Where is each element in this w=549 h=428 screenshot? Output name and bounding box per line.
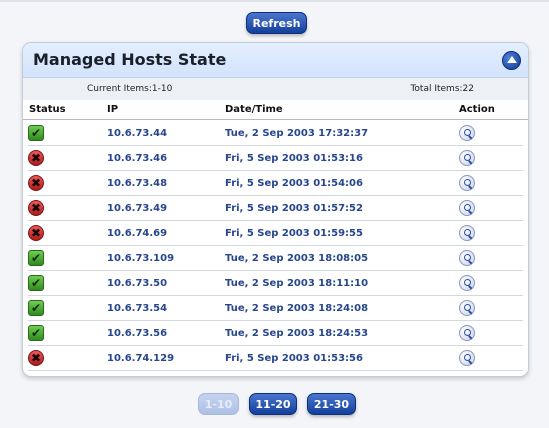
view-details-icon[interactable] <box>459 275 475 291</box>
status-down-icon: ✖ <box>28 350 44 366</box>
host-datetime: Tue, 2 Sep 2003 18:24:53 <box>225 328 369 339</box>
view-details-icon[interactable] <box>459 150 475 166</box>
status-down-icon: ✖ <box>28 150 44 166</box>
chevron-up-icon <box>506 56 517 63</box>
view-details-icon[interactable] <box>459 250 475 266</box>
host-ip-link[interactable]: 10.6.73.50 <box>107 278 167 289</box>
table-row: ✖ 10.6.74.69 Fri, 5 Sep 2003 01:59:55 <box>23 221 528 246</box>
status-down-icon: ✖ <box>28 225 44 241</box>
view-details-icon[interactable] <box>459 200 475 216</box>
view-details-icon[interactable] <box>459 125 475 141</box>
status-down-icon: ✖ <box>28 175 44 191</box>
host-datetime: Tue, 2 Sep 2003 18:11:10 <box>225 278 369 289</box>
host-ip-link[interactable]: 10.6.73.48 <box>107 178 167 189</box>
current-items-label: Current Items:1-10 <box>87 84 173 94</box>
page-button-21-30[interactable]: 21-30 <box>307 393 356 415</box>
refresh-button[interactable]: Refresh <box>246 12 307 34</box>
table-row: ✔ 10.6.73.54 Tue, 2 Sep 2003 18:24:08 <box>23 296 528 321</box>
items-info-bar: Current Items:1-10 Total Items:22 <box>23 78 528 100</box>
host-datetime: Tue, 2 Sep 2003 17:32:37 <box>225 128 369 139</box>
table-row: ✔ 10.6.73.109 Tue, 2 Sep 2003 18:08:05 <box>23 246 528 271</box>
collapse-panel-button[interactable] <box>502 51 521 70</box>
host-datetime: Fri, 5 Sep 2003 01:59:55 <box>225 228 363 239</box>
status-ok-icon: ✔ <box>28 125 44 141</box>
host-ip-link[interactable]: 10.6.74.129 <box>107 353 174 364</box>
panel-title: Managed Hosts State <box>33 50 227 69</box>
status-down-icon: ✖ <box>28 200 44 216</box>
top-divider <box>0 0 549 2</box>
host-ip-link[interactable]: 10.6.73.49 <box>107 203 167 214</box>
column-header-status: Status <box>29 104 66 115</box>
view-details-icon[interactable] <box>459 325 475 341</box>
view-details-icon[interactable] <box>459 175 475 191</box>
host-ip-link[interactable]: 10.6.73.56 <box>107 328 167 339</box>
view-details-icon[interactable] <box>459 350 475 366</box>
column-header-action: Action <box>459 104 495 115</box>
status-ok-icon: ✔ <box>28 325 44 341</box>
row-divider <box>28 370 523 371</box>
host-datetime: Fri, 5 Sep 2003 01:53:56 <box>225 353 363 364</box>
table-row: ✖ 10.6.73.48 Fri, 5 Sep 2003 01:54:06 <box>23 171 528 196</box>
status-ok-icon: ✔ <box>28 275 44 291</box>
host-datetime: Fri, 5 Sep 2003 01:53:16 <box>225 153 363 164</box>
table-row: ✖ 10.6.73.49 Fri, 5 Sep 2003 01:57:52 <box>23 196 528 221</box>
managed-hosts-panel: Managed Hosts State Current Items:1-10 T… <box>22 42 529 377</box>
host-datetime: Fri, 5 Sep 2003 01:57:52 <box>225 203 363 214</box>
table-row: ✖ 10.6.74.129 Fri, 5 Sep 2003 01:53:56 <box>23 346 528 371</box>
host-datetime: Tue, 2 Sep 2003 18:08:05 <box>225 253 369 264</box>
host-ip-link[interactable]: 10.6.73.44 <box>107 128 167 139</box>
column-header-datetime: Date/Time <box>225 104 283 115</box>
column-header-ip: IP <box>107 104 119 115</box>
page-button-11-20[interactable]: 11-20 <box>249 393 297 415</box>
table-row: ✔ 10.6.73.56 Tue, 2 Sep 2003 18:24:53 <box>23 321 528 346</box>
host-datetime: Fri, 5 Sep 2003 01:54:06 <box>225 178 363 189</box>
host-ip-link[interactable]: 10.6.73.54 <box>107 303 167 314</box>
host-datetime: Tue, 2 Sep 2003 18:24:08 <box>225 303 369 314</box>
table-row: ✔ 10.6.73.44 Tue, 2 Sep 2003 17:32:37 <box>23 121 528 146</box>
table-row: ✖ 10.6.73.46 Fri, 5 Sep 2003 01:53:16 <box>23 146 528 171</box>
page-button-1-10[interactable]: 1-10 <box>198 393 239 415</box>
view-details-icon[interactable] <box>459 300 475 316</box>
host-ip-link[interactable]: 10.6.74.69 <box>107 228 167 239</box>
host-ip-link[interactable]: 10.6.73.46 <box>107 153 167 164</box>
panel-header: Managed Hosts State <box>23 43 528 78</box>
view-details-icon[interactable] <box>459 225 475 241</box>
status-ok-icon: ✔ <box>28 250 44 266</box>
total-items-label: Total Items:22 <box>410 84 474 94</box>
status-ok-icon: ✔ <box>28 300 44 316</box>
host-ip-link[interactable]: 10.6.73.109 <box>107 253 174 264</box>
table-row: ✔ 10.6.73.50 Tue, 2 Sep 2003 18:11:10 <box>23 271 528 296</box>
table-header: Status IP Date/Time Action <box>23 100 528 120</box>
